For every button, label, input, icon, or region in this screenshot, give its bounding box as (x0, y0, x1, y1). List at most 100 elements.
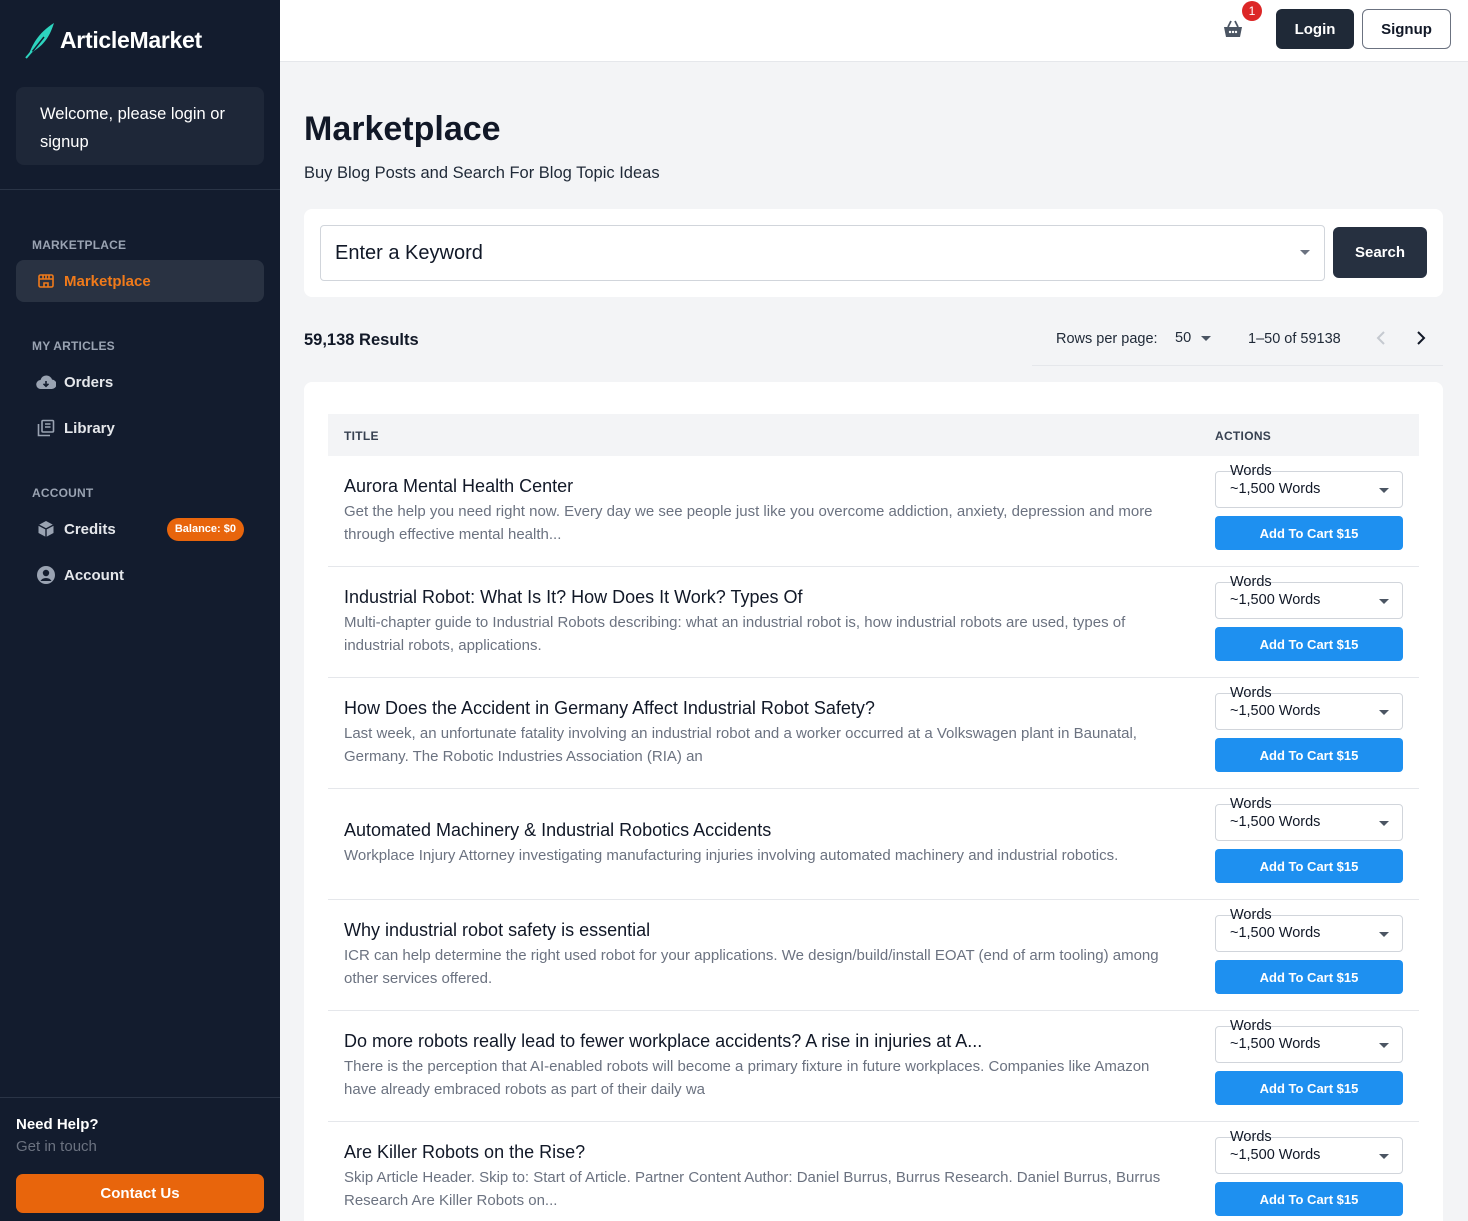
pagination: Rows per page: 50 1–50 of 59138 (1032, 320, 1443, 366)
add-to-cart-button[interactable]: Add To Cart $15 (1215, 849, 1403, 883)
page-range: 1–50 of 59138 (1248, 331, 1341, 347)
article-description: ICR can help determine the right used ro… (344, 947, 1159, 987)
words-select[interactable]: Words ~1,500 Words (1215, 1018, 1403, 1063)
words-select-label: Words (1230, 907, 1272, 923)
chevron-down-icon (1379, 599, 1389, 604)
library-icon (36, 418, 56, 438)
keyword-search-input[interactable]: Enter a Keyword (320, 225, 1325, 281)
article-title[interactable]: Are Killer Robots on the Rise? (344, 1142, 1184, 1163)
column-header-title: TITLE (344, 429, 379, 443)
table-row: Are Killer Robots on the Rise? Skip Arti… (328, 1122, 1419, 1221)
chevron-left-icon[interactable] (1372, 328, 1390, 348)
chevron-down-icon (1379, 1154, 1389, 1159)
table-row: Why industrial robot safety is essential… (328, 900, 1419, 1011)
topbar: 1 Login Signup (280, 0, 1468, 62)
row-text: Do more robots really lead to fewer work… (344, 1011, 1184, 1121)
chevron-right-icon[interactable] (1412, 328, 1430, 348)
article-title[interactable]: Do more robots really lead to fewer work… (344, 1031, 1184, 1052)
articles-table: TITLE ACTIONS Aurora Mental Health Cente… (304, 382, 1443, 1221)
words-select[interactable]: Words ~1,500 Words (1215, 685, 1403, 730)
sidebar-item-label: Marketplace (64, 272, 151, 290)
article-description: Multi-chapter guide to Industrial Robots… (344, 614, 1126, 654)
sidebar-item-label: Orders (64, 373, 114, 391)
article-description: Workplace Injury Attorney investigating … (344, 847, 1119, 865)
rows-per-page-value: 50 (1175, 330, 1192, 346)
table-header: TITLE ACTIONS (328, 414, 1419, 456)
welcome-message: Welcome, please login or signup (16, 87, 264, 165)
words-select[interactable]: Words ~1,500 Words (1215, 463, 1403, 508)
search-button[interactable]: Search (1333, 227, 1427, 278)
words-select-value: ~1,500 Words (1230, 1147, 1321, 1163)
signup-button[interactable]: Signup (1362, 9, 1451, 49)
words-select-label: Words (1230, 1018, 1272, 1034)
row-text: Automated Machinery & Industrial Robotic… (344, 789, 1184, 899)
table-row: How Does the Accident in Germany Affect … (328, 678, 1419, 789)
login-button[interactable]: Login (1276, 9, 1354, 49)
sidebar-item-label: Credits (64, 520, 116, 538)
cube-icon (36, 519, 56, 539)
words-select-value: ~1,500 Words (1230, 1036, 1321, 1052)
chevron-down-icon (1379, 932, 1389, 937)
feather-logo-icon (25, 23, 54, 59)
row-text: Why industrial robot safety is essential… (344, 900, 1184, 1010)
rows-per-page-select[interactable]: 50 (1175, 330, 1212, 346)
article-title[interactable]: Why industrial robot safety is essential (344, 920, 1184, 941)
cloud-download-icon (36, 372, 56, 392)
words-select-label: Words (1230, 685, 1272, 701)
sidebar-item-label: Account (64, 566, 124, 584)
sidebar-item-library[interactable]: Library (16, 407, 264, 449)
chevron-down-icon (1379, 710, 1389, 715)
words-select-value: ~1,500 Words (1230, 703, 1321, 719)
article-description: Skip Article Header. Skip to: Start of A… (344, 1169, 1161, 1209)
words-select[interactable]: Words ~1,500 Words (1215, 907, 1403, 952)
add-to-cart-button[interactable]: Add To Cart $15 (1215, 516, 1403, 550)
page-subtitle: Buy Blog Posts and Search For Blog Topic… (304, 164, 660, 182)
sidebar-divider (0, 189, 280, 190)
page-title: Marketplace (304, 110, 501, 148)
logo[interactable]: ArticleMarket (24, 20, 202, 60)
sidebar-divider-bottom (0, 1097, 280, 1098)
shopping-basket-icon[interactable] (1222, 18, 1246, 42)
sidebar-item-credits[interactable]: Credits Balance: $0 (16, 508, 264, 550)
add-to-cart-button[interactable]: Add To Cart $15 (1215, 627, 1403, 661)
sidebar-item-orders[interactable]: Orders (16, 361, 264, 403)
words-select-value: ~1,500 Words (1230, 481, 1321, 497)
row-text: Are Killer Robots on the Rise? Skip Arti… (344, 1122, 1184, 1221)
add-to-cart-button[interactable]: Add To Cart $15 (1215, 1071, 1403, 1105)
article-title[interactable]: Automated Machinery & Industrial Robotic… (344, 820, 1184, 841)
section-label-my-articles: MY ARTICLES (32, 339, 115, 353)
user-circle-icon (36, 565, 56, 585)
row-text: Aurora Mental Health Center Get the help… (344, 456, 1184, 566)
words-select[interactable]: Words ~1,500 Words (1215, 796, 1403, 841)
words-select-label: Words (1230, 574, 1272, 590)
words-select-value: ~1,500 Words (1230, 814, 1321, 830)
chevron-down-icon[interactable] (1300, 250, 1310, 255)
row-text: Industrial Robot: What Is It? How Does I… (344, 567, 1184, 677)
article-title[interactable]: Industrial Robot: What Is It? How Does I… (344, 587, 1184, 608)
column-header-actions: ACTIONS (1215, 429, 1272, 443)
add-to-cart-button[interactable]: Add To Cart $15 (1215, 1182, 1403, 1216)
table-row: Industrial Robot: What Is It? How Does I… (328, 567, 1419, 678)
add-to-cart-button[interactable]: Add To Cart $15 (1215, 960, 1403, 994)
sidebar-item-account[interactable]: Account (16, 554, 264, 596)
words-select-label: Words (1230, 1129, 1272, 1145)
balance-badge: Balance: $0 (166, 518, 244, 541)
words-select[interactable]: Words ~1,500 Words (1215, 1129, 1403, 1174)
chevron-down-icon (1379, 821, 1389, 826)
rows-per-page-label: Rows per page: (1056, 331, 1158, 347)
article-title[interactable]: How Does the Accident in Germany Affect … (344, 698, 1184, 719)
add-to-cart-button[interactable]: Add To Cart $15 (1215, 738, 1403, 772)
table-row: Aurora Mental Health Center Get the help… (328, 456, 1419, 567)
words-select[interactable]: Words ~1,500 Words (1215, 574, 1403, 619)
help-subtitle[interactable]: Get in touch (16, 1138, 97, 1155)
section-label-marketplace: MARKETPLACE (32, 238, 127, 252)
storefront-icon (36, 271, 56, 291)
article-title[interactable]: Aurora Mental Health Center (344, 476, 1184, 497)
article-description: Get the help you need right now. Every d… (344, 503, 1153, 543)
contact-us-button[interactable]: Contact Us (16, 1174, 264, 1213)
chevron-down-icon (1201, 335, 1212, 341)
words-select-value: ~1,500 Words (1230, 592, 1321, 608)
search-placeholder: Enter a Keyword (335, 241, 483, 264)
sidebar-item-marketplace[interactable]: Marketplace (16, 260, 264, 302)
words-select-label: Words (1230, 463, 1272, 479)
